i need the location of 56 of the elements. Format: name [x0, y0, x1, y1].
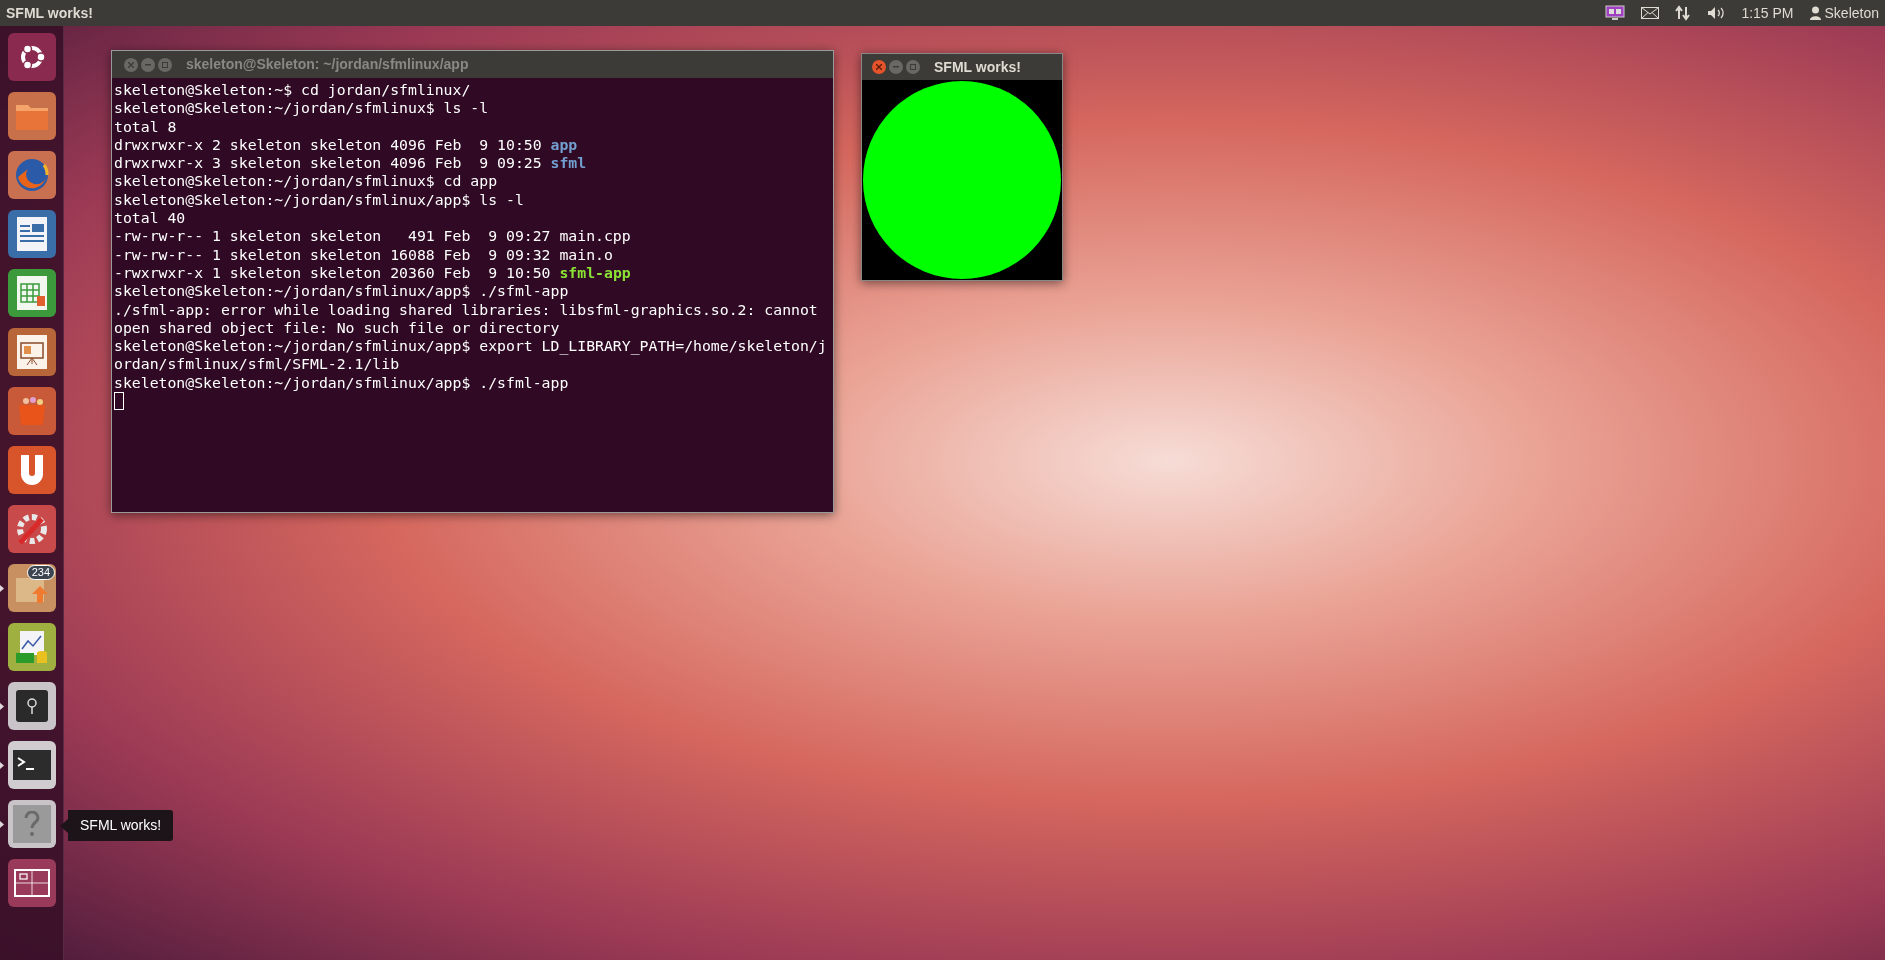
mail-icon[interactable]	[1641, 7, 1660, 19]
terminal-line: ordan/sfmlinux/sfml/SFML-2.1/lib	[114, 355, 400, 374]
sfml-window-title: SFML works!	[934, 57, 1021, 77]
file-name: sfml	[550, 154, 587, 173]
maximize-icon	[162, 61, 168, 68]
terminal-line: skeleton@Skeleton:~$ cd jordan/sfmlinux/	[114, 81, 471, 100]
clock[interactable]: 1:15 PM	[1741, 2, 1794, 24]
launcher-tooltip: SFML works!	[60, 810, 174, 841]
terminal-cursor	[114, 392, 124, 411]
unknown-app-icon[interactable]	[8, 800, 56, 848]
running-indicator-icon	[0, 820, 4, 828]
minimize-icon	[145, 63, 151, 66]
volume-icon[interactable]	[1707, 6, 1726, 20]
chart-money-icon[interactable]	[8, 623, 56, 671]
terminal-line: open shared object file: No such file or directory	[114, 318, 560, 338]
terminal-line: skeleton@Skeleton:~/jordan/sfmlinux/app$ ./sfml-app	[114, 373, 569, 393]
terminal-line: -rwxrwxr-x 1 skeleton skeleton 20360 Feb 9 10:50	[114, 263, 552, 283]
tooltip-pointer-icon	[60, 818, 68, 833]
running-indicator-icon	[0, 761, 4, 769]
terminal-line: -rw-rw-r-- 1 skeleton skeleton 16088 Feb 9 09:32 main.o	[114, 245, 613, 264]
user-name[interactable]: Skeleton	[1824, 2, 1879, 24]
terminal-line: -rw-rw-r-- 1 skeleton skeleton 491 Feb 9 09:27 main.cpp	[114, 227, 631, 246]
running-indicator-icon	[0, 584, 4, 592]
maximize-icon	[910, 64, 916, 70]
close-icon	[876, 64, 882, 70]
terminal-line: skeleton@Skeleton:~/jordan/sfmlinux$ ls -l	[114, 99, 489, 118]
terminal-line: total 8	[114, 117, 177, 136]
terminal-line: skeleton@Skeleton:~/jordan/sfmlinux$ cd app	[114, 172, 498, 191]
minimize-icon	[893, 66, 899, 68]
file-name: sfml-app	[559, 263, 631, 283]
close-button[interactable]	[872, 60, 886, 74]
display-indicator-icon[interactable]	[1605, 5, 1626, 21]
close-icon	[128, 61, 134, 68]
workspace-switcher-icon[interactable]	[8, 859, 56, 907]
file-name: app	[550, 135, 578, 155]
u-logo-icon[interactable]	[8, 446, 56, 494]
terminal-line: drwxrwxr-x 2 skeleton skeleton 4096 Feb 9 10:50	[114, 135, 543, 155]
terminal-line: drwxrwxr-x 3 skeleton skeleton 4096 Feb 9 09:25	[114, 154, 543, 173]
user-icon	[1809, 6, 1821, 20]
running-indicator-icon	[0, 702, 4, 710]
active-window-title: SFML works!	[6, 3, 93, 23]
network-arrows-icon[interactable]	[1675, 5, 1692, 21]
safe-icon[interactable]	[8, 682, 56, 730]
terminal-launcher-icon[interactable]	[8, 741, 56, 789]
document-launcher-icon[interactable]	[8, 210, 56, 258]
spreadsheet-launcher-icon[interactable]	[8, 269, 56, 317]
package-update-icon[interactable]: 234	[8, 564, 56, 612]
shopping-bag-icon[interactable]	[8, 387, 56, 435]
terminal-line: skeleton@Skeleton:~/jordan/sfmlinux/app$ ./sfml-app	[114, 282, 569, 301]
terminal-title: skeleton@Skeleton: ~/jordan/sfmlinux/app	[186, 55, 469, 74]
presentation-launcher-icon[interactable]	[8, 328, 56, 376]
dash-button[interactable]	[8, 33, 56, 81]
terminal-line: total 40	[114, 209, 186, 228]
terminal-line: ./sfml-app: error while loading shared libraries: libsfml-graphics.so.2: cannot	[114, 300, 818, 319]
terminal-line: skeleton@Skeleton:~/jordan/sfmlinux/app$ ls -l	[114, 190, 524, 210]
terminal-line: skeleton@Skeleton:~/jordan/sfmlinux/app$ export LD_LIBRARY_PATH=/home/skeleton/j	[114, 337, 827, 356]
